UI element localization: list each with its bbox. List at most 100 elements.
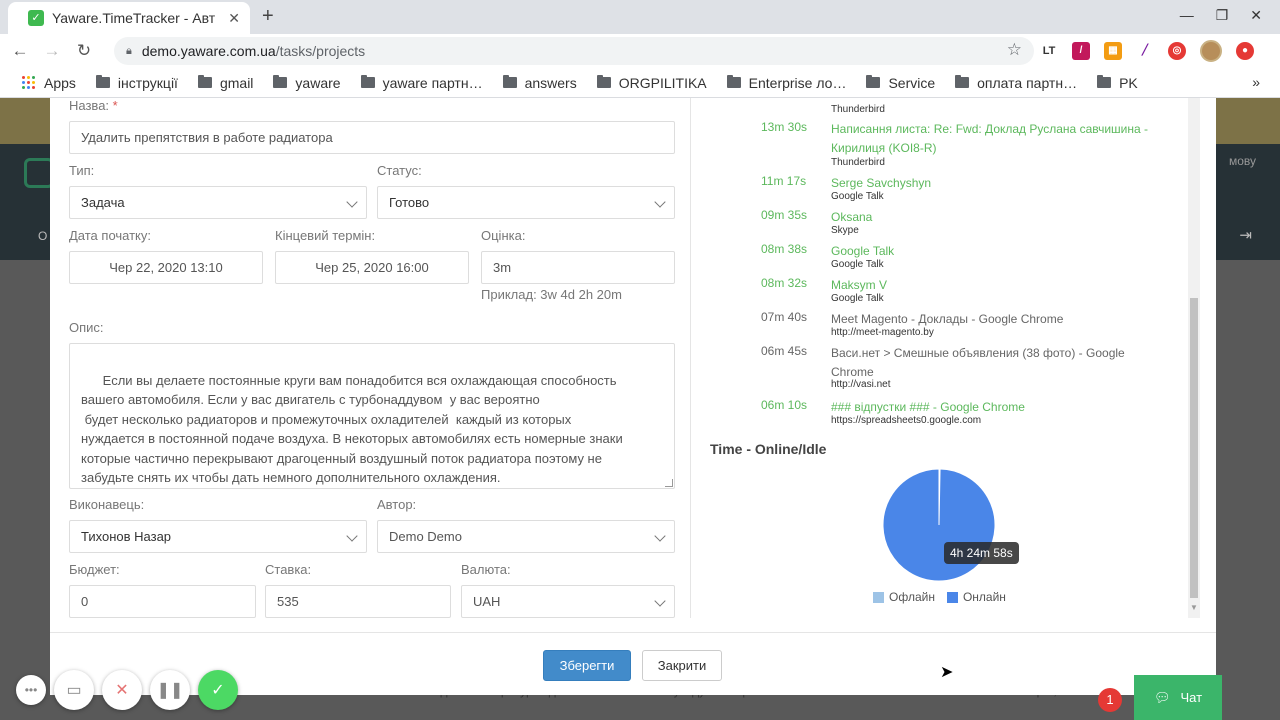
back-icon[interactable]: ← [8,41,32,61]
bookmark-apps[interactable]: Apps [22,75,76,91]
mouse-cursor-icon: ➤ [940,664,954,681]
bookmark-label: ORGPILITIKA [618,74,707,91]
reload-icon[interactable]: ↻ [72,41,96,61]
check-icon[interactable]: ✓ [198,670,238,710]
budget-input[interactable]: 0 [69,585,256,618]
chrome-extension-icon[interactable]: ◎ [1168,42,1186,60]
address-bar[interactable]: 🔒︎ demo.yaware.com.ua /tasks/projects ☆ [114,37,1034,65]
activity-scrollbar[interactable]: ▼ [1188,98,1200,618]
camera-icon[interactable]: ▭ [54,670,94,710]
activity-duration: 07m 40s [761,310,808,324]
type-label: Тип: [69,163,95,178]
minimize-icon[interactable]: — [1180,7,1194,24]
cancel-icon[interactable]: ✕ [102,670,142,710]
close-window-icon[interactable]: ✕ [1250,7,1262,24]
status-select[interactable]: Готово [377,186,675,219]
close-button[interactable]: Закрити [642,650,722,681]
author-select[interactable]: Demo Demo [377,520,675,553]
name-input[interactable]: Удалить препятствия в работе радиатора [69,121,675,154]
legend-item-online[interactable]: Онлайн [946,590,1006,604]
activity-duration: 08m 38s [761,242,808,256]
profile-avatar[interactable] [1200,40,1222,62]
description-label: Опис: [69,320,104,335]
bookmark-folder[interactable]: PK [1097,75,1138,91]
activity-duration: 11m 17s [761,174,807,188]
scrollbar-thumb[interactable] [1190,298,1198,598]
deadline-label: Кінцевий термін: [275,228,376,243]
currency-select[interactable]: UAH [461,585,675,618]
required-marker: * [112,98,118,113]
bookmark-label: Service [888,74,936,91]
scroll-down-icon[interactable]: ▼ [1190,603,1198,612]
chat-button[interactable]: 💬︎ Чат [1134,675,1222,720]
activity-app: http://vasi.net [831,379,891,390]
bookmark-star-icon[interactable]: ☆ [1007,40,1022,60]
activity-app: Thunderbird [831,104,885,115]
layout-extension-icon[interactable]: ▦ [1104,42,1122,60]
folder-icon [726,75,741,88]
backdrop-nav-item: O [38,229,48,243]
new-tab-icon[interactable]: + [262,5,274,28]
activity-title[interactable]: Oksana [831,208,1149,227]
legend-swatch [873,591,884,603]
bookmark-folder[interactable]: інструкції [95,75,178,91]
description-textarea[interactable]: Если вы делаете постоянные круги вам пон… [69,343,675,489]
chat-badge: 1 [1098,688,1122,712]
rate-input[interactable]: 535 [265,585,451,618]
bookmark-folder[interactable]: Enterprise ло… [726,75,846,91]
activity-duration: 06m 10s [761,398,808,412]
estimate-input[interactable]: 3m [481,251,675,284]
pause-icon[interactable]: ❚❚ [150,670,190,710]
bookmark-folder[interactable]: gmail [197,74,254,91]
bookmark-folder[interactable]: ORGPILITIKA [596,74,707,91]
browser-tabbar: ✓ Yaware.TimeTracker - Авт ✕ + — ❐ ✕ [0,0,1280,34]
url-host: demo.yaware.com.ua [141,43,276,59]
activity-duration: 09m 35s [761,208,808,222]
bookmark-label: gmail [219,74,254,91]
assignee-label: Виконавець: [69,497,145,512]
backdrop-logout-icon: ⇥ [1239,227,1252,244]
activity-title[interactable]: Написання листа: Re: Fwd: Доклад Руслана… [831,120,1149,158]
browser-tab[interactable]: ✓ Yaware.TimeTracker - Авт ✕ [8,2,250,34]
online-idle-pie-chart [882,468,996,582]
bookmarks-bar: Apps інструкції gmail yaware yaware парт… [0,68,1280,98]
deadline-input[interactable]: Чер 25, 2020 16:00 [275,251,469,284]
bookmark-folder[interactable]: оплата партн… [955,75,1077,91]
legend-item-offline[interactable]: Офлайн [873,590,935,604]
bookmark-label: PK [1119,74,1138,91]
status-label: Статус: [377,163,422,178]
legend-swatch [946,591,958,603]
start-date-input[interactable]: Чер 22, 2020 13:10 [69,251,263,284]
recorder-controls: ••• ▭ ✕ ❚❚ ✓ [16,670,238,710]
type-select-value: Задача [81,195,125,210]
brush-extension-icon[interactable]: ╱ [1136,42,1154,60]
budget-label: Бюджет: [69,562,120,577]
bookmark-label: yaware [295,74,341,91]
chat-bubble-icon: 💬︎ [1153,689,1171,705]
chevron-down-icon [654,595,666,607]
folder-icon [955,75,970,88]
bookmark-label: answers [524,74,577,91]
restore-icon[interactable]: ❐ [1216,7,1229,24]
bookmark-folder[interactable]: answers [502,74,577,91]
apps-grid-icon [22,75,36,90]
save-button[interactable]: Зберегти [543,650,631,681]
bookmark-folder[interactable]: yaware [273,74,341,91]
translate-extension-icon[interactable]: LT [1040,42,1058,60]
record-extension-icon[interactable]: ● [1236,42,1254,60]
pie-slice-online[interactable] [882,468,996,582]
more-bookmarks-icon[interactable]: » [1252,74,1260,90]
bookmark-folder[interactable]: yaware партн… [360,75,483,91]
author-label: Автор: [377,497,417,512]
more-icon[interactable]: ••• [16,675,46,705]
name-label-text: Назва: [69,98,110,113]
resize-handle-icon[interactable] [665,479,673,487]
bookmark-folder[interactable]: Service [866,75,935,91]
activity-app: http://meet-magento.by [831,327,934,338]
pen-extension-icon[interactable]: / [1072,42,1090,60]
type-select[interactable]: Задача [69,186,367,219]
forward-icon[interactable]: → [40,41,64,61]
assignee-select[interactable]: Тихонов Назар [69,520,367,553]
close-tab-icon[interactable]: ✕ [228,10,240,27]
yaware-favicon-icon: ✓ [28,10,44,26]
